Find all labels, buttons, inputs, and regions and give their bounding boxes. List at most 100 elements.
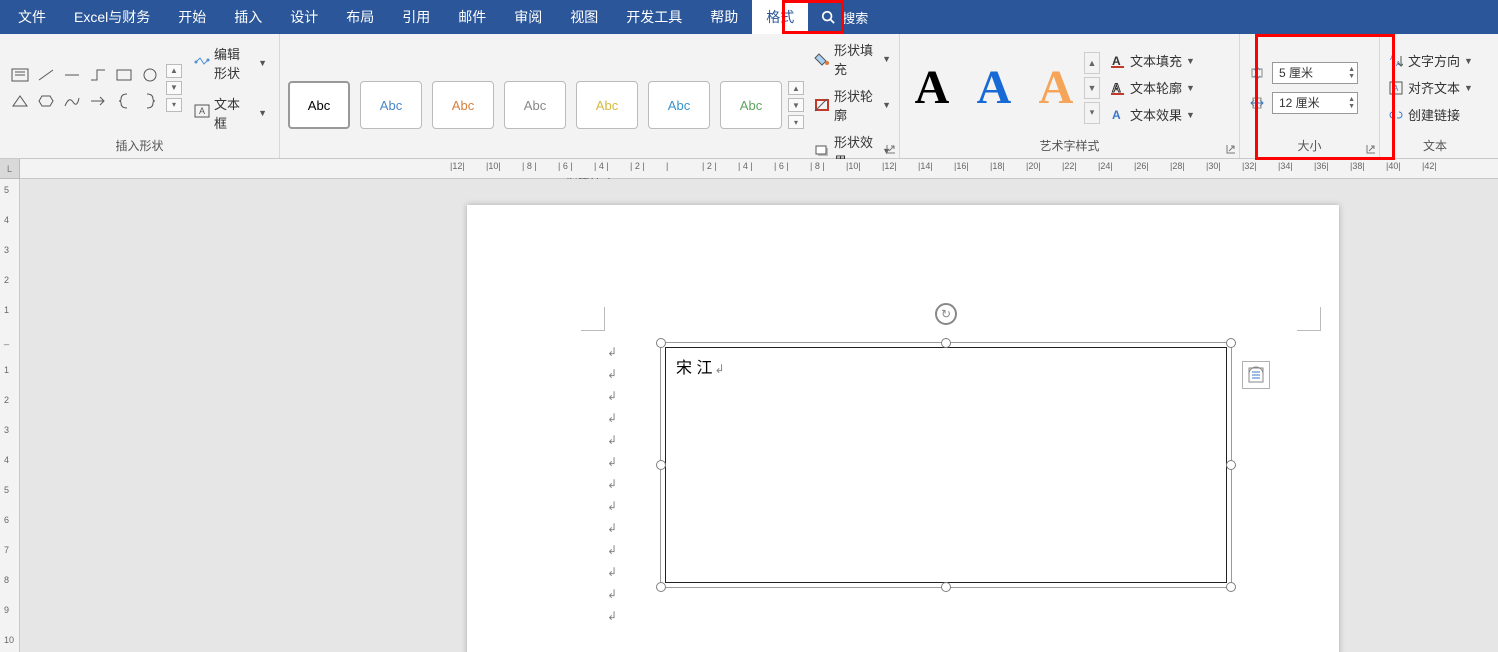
tab-layout[interactable]: 布局 [332, 0, 388, 34]
shape-arrow-icon[interactable] [86, 89, 110, 113]
ribbon: ▲ ▼ ▾ 编辑形状 ▼ A 文本框 ▼ 插入形状 A [0, 34, 1498, 159]
handle-mr[interactable] [1226, 460, 1236, 470]
shapes-gallery[interactable] [8, 63, 162, 113]
h-ruler-mark: | 8 | [810, 161, 825, 171]
shape-curved-icon[interactable] [60, 89, 84, 113]
h-ruler-mark: |20| [1026, 161, 1041, 171]
group-wordart-styles: A A A ▲ ▼ ▾ A 文本填充 ▼ A 文本轮廓 ▼ [900, 34, 1240, 158]
wordart-thumb-1[interactable]: A [908, 52, 956, 124]
shape-triangle-icon[interactable] [8, 89, 32, 113]
wordart-gallery[interactable]: A A A [908, 52, 1080, 124]
tab-home[interactable]: 开始 [164, 0, 220, 34]
tab-excel-finance[interactable]: Excel与财务 [60, 0, 164, 34]
shape-style-gallery[interactable]: Abc Abc Abc Abc Abc Abc Abc [288, 81, 782, 129]
tab-references[interactable]: 引用 [388, 0, 444, 34]
group-text: AA 文字方向 ▼ A 对齐文本 ▼ 创建链接 文本 [1380, 34, 1490, 158]
height-spin-down[interactable]: ▼ [1348, 73, 1355, 80]
tab-design[interactable]: 设计 [276, 0, 332, 34]
tab-help[interactable]: 帮助 [696, 0, 752, 34]
tab-dev-tools[interactable]: 开发工具 [612, 0, 696, 34]
tab-mailings[interactable]: 邮件 [444, 0, 500, 34]
style-scroll-expand[interactable]: ▾ [788, 115, 804, 129]
text-direction-icon: AA [1388, 53, 1404, 69]
style-thumb-5[interactable]: Abc [576, 81, 638, 129]
style-thumb-4[interactable]: Abc [504, 81, 566, 129]
style-scroll-up[interactable]: ▲ [788, 81, 804, 95]
wa-scroll-up[interactable]: ▲ [1084, 52, 1100, 74]
style-thumb-7[interactable]: Abc [720, 81, 782, 129]
tab-file[interactable]: 文件 [4, 0, 60, 34]
text-fill-button[interactable]: A 文本填充 ▼ [1110, 51, 1195, 70]
width-spin-down[interactable]: ▼ [1348, 103, 1355, 110]
shape-line2-icon[interactable] [60, 63, 84, 87]
chevron-down-icon: ▼ [1464, 83, 1473, 93]
shape-hexagon-icon[interactable] [34, 89, 58, 113]
shape-textbox-icon[interactable] [8, 63, 32, 87]
group-shape-styles: Abc Abc Abc Abc Abc Abc Abc ▲ ▼ ▾ 形状填充 ▼ [280, 34, 900, 158]
wa-scroll-down[interactable]: ▼ [1084, 77, 1100, 99]
horizontal-ruler[interactable]: |12||10|| 8 || 6 || 4 || 2 ||| 2 || 4 ||… [20, 159, 1498, 178]
shape-styles-launcher[interactable] [884, 142, 897, 155]
style-thumb-6[interactable]: Abc [648, 81, 710, 129]
size-launcher[interactable] [1364, 142, 1377, 155]
style-thumb-3[interactable]: Abc [432, 81, 494, 129]
rotate-handle[interactable]: ↻ [935, 303, 957, 325]
textbox-shape[interactable]: 宋 江 [665, 347, 1227, 583]
edit-shape-button[interactable]: 编辑形状 ▼ [190, 42, 271, 84]
tab-format[interactable]: 格式 [752, 0, 808, 34]
shapes-scroll[interactable]: ▲ ▼ ▾ [166, 64, 182, 112]
chevron-down-icon: ▼ [258, 58, 267, 68]
h-ruler-mark: |34| [1278, 161, 1293, 171]
tab-view[interactable]: 视图 [556, 0, 612, 34]
vertical-ruler[interactable]: 54321_12345678910 [0, 179, 20, 652]
text-outline-label: 文本轮廓 [1130, 78, 1182, 97]
tab-insert[interactable]: 插入 [220, 0, 276, 34]
create-link-button[interactable]: 创建链接 [1388, 105, 1460, 124]
textbox-button[interactable]: A 文本框 ▼ [190, 92, 271, 134]
search-wrap[interactable]: 搜索 [820, 8, 868, 27]
shape-outline-button[interactable]: 形状轮廓 ▼ [814, 86, 891, 124]
width-input[interactable]: 12 厘米 ▲▼ [1272, 92, 1358, 114]
menu-bar: 文件 Excel与财务 开始 插入 设计 布局 引用 邮件 审阅 视图 开发工具… [0, 0, 1498, 34]
shape-rect-icon[interactable] [112, 63, 136, 87]
shapes-scroll-down[interactable]: ▼ [166, 81, 182, 95]
shape-circle-icon[interactable] [138, 63, 162, 87]
height-input[interactable]: 5 厘米 ▲▼ [1272, 62, 1358, 84]
wordart-launcher[interactable] [1224, 142, 1237, 155]
chevron-down-icon: ▼ [1186, 83, 1195, 93]
textbox-content[interactable]: 宋 江 [666, 348, 1226, 384]
shape-brace-r-icon[interactable] [138, 89, 162, 113]
shapes-scroll-up[interactable]: ▲ [166, 64, 182, 78]
layout-options-button[interactable] [1242, 361, 1270, 389]
handle-br[interactable] [1226, 582, 1236, 592]
handle-bm[interactable] [941, 582, 951, 592]
wordart-thumb-3[interactable]: A [1032, 52, 1080, 124]
shape-line-icon[interactable] [34, 63, 58, 87]
paragraph-marks [607, 341, 617, 627]
wa-scroll-expand[interactable]: ▾ [1084, 102, 1100, 124]
text-direction-button[interactable]: AA 文字方向 ▼ [1388, 51, 1473, 70]
style-scroll-down[interactable]: ▼ [788, 98, 804, 112]
text-fill-icon: A [1110, 53, 1126, 69]
v-ruler-mark: 1 [4, 305, 9, 315]
shapes-scroll-expand[interactable]: ▾ [166, 98, 182, 112]
shape-brace-l-icon[interactable] [112, 89, 136, 113]
height-spin-up[interactable]: ▲ [1348, 66, 1355, 73]
style-thumb-2[interactable]: Abc [360, 81, 422, 129]
group-label-insert-shapes: 插入形状 [8, 135, 271, 156]
align-text-button[interactable]: A 对齐文本 ▼ [1388, 78, 1473, 97]
document-canvas[interactable]: 宋 江 ↻ [20, 179, 1498, 652]
style-thumb-1[interactable]: Abc [288, 81, 350, 129]
tab-review[interactable]: 审阅 [500, 0, 556, 34]
handle-bl[interactable] [656, 582, 666, 592]
text-effects-button[interactable]: A 文本效果 ▼ [1110, 105, 1195, 124]
handle-tr[interactable] [1226, 338, 1236, 348]
shape-fill-button[interactable]: 形状填充 ▼ [814, 40, 891, 78]
width-spin-up[interactable]: ▲ [1348, 96, 1355, 103]
text-outline-button[interactable]: A 文本轮廓 ▼ [1110, 78, 1195, 97]
wordart-thumb-2[interactable]: A [970, 52, 1018, 124]
create-link-icon [1388, 107, 1404, 123]
shape-connector-icon[interactable] [86, 63, 110, 87]
style-scroll[interactable]: ▲ ▼ ▾ [788, 81, 804, 129]
wordart-scroll[interactable]: ▲ ▼ ▾ [1084, 52, 1100, 124]
